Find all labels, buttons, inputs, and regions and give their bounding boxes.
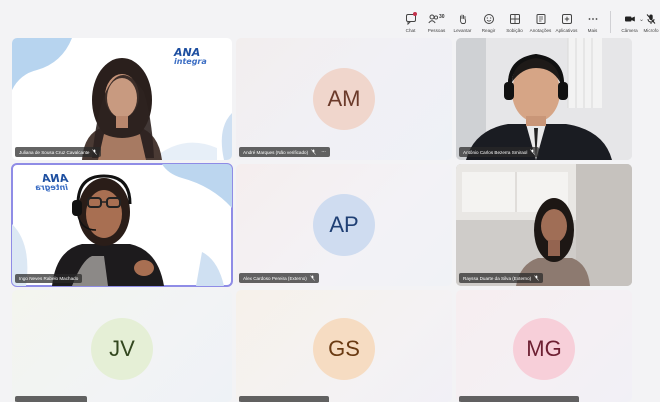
- rooms-label: Sobição: [506, 28, 523, 33]
- participant-name: André Marques (Não verificado): [243, 149, 309, 155]
- participant-tile-rayssa[interactable]: Rayssa Duarte da Silva (Externo): [456, 164, 632, 286]
- participant-name-tag: [239, 396, 329, 402]
- participant-name-tag: Juliana de Sousa Cruz Cavalcante: [15, 147, 102, 157]
- participant-name-tag: André Marques (Não verificado) ···: [239, 147, 330, 157]
- notes-icon: [536, 14, 545, 24]
- raise-hand-button[interactable]: Levantar: [450, 8, 475, 33]
- participant-name: Rayssa Duarte da Silva (Externo): [463, 275, 532, 281]
- apps-label: Aplicativos: [555, 28, 578, 33]
- participant-name-tag: [15, 396, 87, 402]
- chat-button[interactable]: Chat: [398, 8, 423, 33]
- camera-label: Câmera: [621, 28, 638, 33]
- people-button[interactable]: 30 Pessoas: [424, 8, 449, 33]
- mic-muted-icon: [311, 149, 316, 155]
- chat-notification-dot: [413, 12, 417, 16]
- meeting-toolbar: Chat 30 Pessoas Levantar Reagir Sobição …: [398, 8, 660, 38]
- more-button[interactable]: Mais: [580, 8, 605, 33]
- mic-muted-icon: [646, 14, 656, 24]
- raise-hand-label: Levantar: [453, 28, 472, 33]
- apps-plus-icon: [561, 14, 572, 24]
- participant-tile-gs[interactable]: GS: [236, 290, 452, 402]
- avatar-ap: AP: [313, 194, 375, 256]
- mic-muted-icon: [92, 149, 98, 155]
- participant-video: [456, 38, 632, 160]
- ana-integra-logo: ANA integra: [174, 47, 222, 66]
- hand-icon: [459, 14, 466, 24]
- react-label: Reagir: [481, 28, 496, 33]
- participant-tile-jv[interactable]: JV: [12, 290, 232, 402]
- participant-name: Alex Cardoso Pereira (Externo): [243, 275, 307, 281]
- toolbar-divider: [610, 11, 611, 33]
- mic-label: Microfo: [643, 28, 659, 33]
- rooms-button[interactable]: Sobição: [502, 8, 527, 33]
- mic-button[interactable]: Microfo: [643, 8, 659, 33]
- participant-name: Juliana de Sousa Cruz Cavalcante: [19, 149, 90, 155]
- avatar-jv: JV: [91, 318, 153, 380]
- logo-bottom-text: integra: [174, 57, 207, 66]
- react-button[interactable]: Reagir: [476, 8, 501, 33]
- people-icon: [427, 14, 438, 24]
- people-count: 30: [439, 14, 445, 20]
- mic-muted-icon: [310, 275, 315, 281]
- participant-name-tag: Ingo Neves Rabelo Machado: [15, 274, 83, 283]
- participant-tile-ingo[interactable]: ANA integra Ingo Neves Rabelo Machado: [11, 163, 233, 287]
- mic-muted-icon: [534, 275, 539, 281]
- camera-button[interactable]: ⌄ Câmera: [617, 8, 644, 33]
- participant-name: Ingo Neves Rabelo Machado: [19, 276, 79, 281]
- participant-tile-antonio[interactable]: Antônio Carlos Bezerra Smiraol: [456, 38, 632, 160]
- participant-name-tag: Rayssa Duarte da Silva (Externo): [459, 273, 544, 283]
- more-label: Mais: [587, 28, 598, 33]
- people-label: Pessoas: [427, 28, 446, 33]
- ana-integra-logo: ANA integra: [20, 172, 68, 192]
- participant-name-tag: Alex Cardoso Pereira (Externo): [239, 273, 319, 283]
- avatar-gs: GS: [313, 318, 375, 380]
- apps-button[interactable]: Aplicativos: [554, 8, 579, 33]
- notes-button[interactable]: Anotações: [528, 8, 553, 33]
- mic-muted-icon: [530, 149, 536, 155]
- participant-tile-mg[interactable]: MG: [456, 290, 632, 402]
- ellipsis-icon: [588, 18, 597, 20]
- chat-label: Chat: [405, 28, 416, 33]
- participant-more-icon[interactable]: ···: [321, 149, 326, 155]
- grid-icon: [509, 14, 520, 24]
- participant-tile-alex[interactable]: AP Alex Cardoso Pereira (Externo): [236, 164, 452, 286]
- participant-name: Antônio Carlos Bezerra Smiraol: [463, 149, 528, 155]
- participant-name-tag: Antônio Carlos Bezerra Smiraol: [459, 147, 540, 157]
- avatar-mg: MG: [513, 318, 575, 380]
- notes-label: Anotações: [529, 28, 552, 33]
- avatar-am: AM: [313, 68, 375, 130]
- logo-bottom-text: integra: [35, 183, 68, 192]
- camera-icon: [624, 16, 635, 22]
- participant-name-tag: [459, 396, 579, 402]
- participant-tile-juliana[interactable]: ANA integra Juliana de Sousa Cruz Cavalc…: [12, 38, 232, 160]
- participant-video: [456, 164, 632, 286]
- participant-tile-andre[interactable]: AM André Marques (Não verificado) ···: [236, 38, 452, 160]
- smile-icon: [483, 14, 494, 24]
